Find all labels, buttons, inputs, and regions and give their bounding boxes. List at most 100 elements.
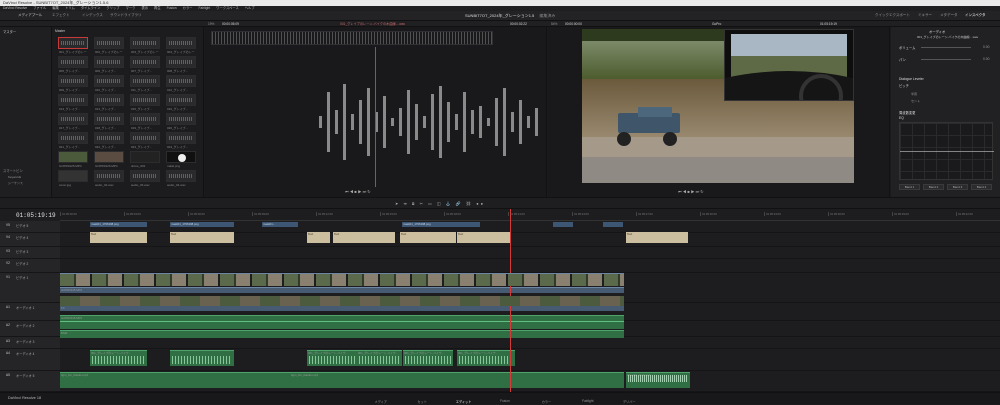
video-clip-v1-lower[interactable] (60, 296, 624, 306)
edit-tools[interactable]: ➤ ⇹ ⧈ ✂ ▭ ◫ ⚓ 🔗 ⛓ ●● (395, 201, 485, 206)
media-thumbnail[interactable]: 020_グレイブ... (166, 113, 196, 130)
page-tab[interactable]: カット (401, 393, 442, 405)
track-lane[interactable] (60, 259, 1000, 273)
track-header[interactable]: A2 オーディオ 2 (0, 321, 60, 337)
media-thumbnail[interactable]: 018_グレイブ... (94, 113, 124, 130)
edit-index-button[interactable]: インデックス (82, 13, 103, 18)
inspector-tab[interactable]: オーディオ (929, 29, 945, 34)
source-transport[interactable]: ⏮ ◀ ■ ▶ ⏭ ↻ (345, 189, 371, 194)
keywords-bin[interactable]: Keywords (8, 175, 21, 179)
media-thumbnail[interactable]: 015_グレイブ... (130, 94, 160, 111)
source-overview-waveform[interactable] (211, 31, 493, 45)
media-thumbnail[interactable]: 013_グレイブ... (58, 94, 88, 111)
text-clip[interactable]: Text (307, 232, 330, 243)
media-thumbnail[interactable]: 009_グレイブ... (58, 75, 88, 92)
mixer-button[interactable]: ミキサー (918, 13, 932, 18)
media-thumbnail[interactable]: 003_グレイブのレーン... (130, 37, 160, 54)
track-header[interactable]: V5 ビデオ 5 (0, 221, 60, 233)
media-thumbnail[interactable]: 010_グレイブ... (94, 75, 124, 92)
media-thumbnail[interactable]: 017_グレイブ... (58, 113, 88, 130)
source-playhead[interactable] (375, 47, 376, 187)
media-thumbnail[interactable]: 002_グレイブのレーン... (94, 37, 124, 54)
media-thumbnail[interactable]: 024_グレイブ... (166, 132, 196, 149)
media-thumbnail[interactable]: GOPR0126.MP4 (94, 151, 124, 168)
pan-value[interactable]: 0.00 (983, 57, 989, 61)
audio-clip-a4[interactable]: 001_グレイブのレーン-バイク... (307, 350, 357, 366)
volume-slider[interactable] (921, 47, 971, 48)
page-tab[interactable]: エディット (443, 393, 484, 405)
audio-clip-a4[interactable]: 001_グレイブのレーン-バイク... (403, 350, 453, 366)
timeline-viewer[interactable]: ⏮ ◀ ■ ▶ ⏭ ↻ (548, 27, 890, 197)
track-header[interactable]: A5 オーディオ 5 (0, 371, 60, 392)
text-clip[interactable]: Text (170, 232, 234, 243)
title-clip[interactable]: mask01... (262, 222, 298, 227)
volume-value[interactable]: 0.00 (983, 45, 989, 49)
eq-band-button[interactable]: Band 2 (923, 184, 944, 190)
media-thumbnail[interactable]: 012_グレイブ... (166, 75, 196, 92)
video-clip-v1[interactable] (60, 273, 624, 286)
track-header[interactable]: V3 ビデオ 3 (0, 247, 60, 259)
effects-button[interactable]: エフェクト (52, 13, 70, 18)
title-clip[interactable] (603, 222, 623, 227)
text-clip[interactable]: Text (457, 232, 511, 243)
media-thumbnail[interactable]: 007_グレイブ... (130, 56, 160, 73)
audio-clip-a4[interactable]: 001_グレイブのレーン-バイク... (90, 350, 147, 366)
media-thumbnail[interactable]: 011_グレイブ... (130, 75, 160, 92)
ruler[interactable]: 01:05:00:00 01:05:03:00 01:05:06:00 01:05:0… (60, 211, 1000, 221)
audio-clip-a5[interactable]: bgm_fun_thanks.mp3 (290, 372, 624, 388)
track-header[interactable]: V1 ビデオ 1 (0, 273, 60, 303)
track-header[interactable]: V2 ビデオ 2 (0, 259, 60, 273)
source-viewer[interactable]: ⏮ ◀ ■ ▶ ⏭ ↻ (205, 27, 547, 197)
track-header[interactable]: A1 オーディオ 1 (0, 303, 60, 321)
eq-band-button[interactable]: Band 3 (947, 184, 968, 190)
title-clip[interactable]: mask01_1706198.png (402, 222, 480, 227)
audio-clip-a1[interactable]: GOPR0125.MP4 (60, 315, 624, 329)
media-thumbnail[interactable]: audio_04.wav (166, 170, 196, 187)
media-thumbnail[interactable]: audio_03.wav (130, 170, 160, 187)
media-thumbnail[interactable]: drone_001 (130, 151, 160, 168)
page-tab[interactable]: Fairlight (567, 393, 608, 405)
media-thumbnail[interactable]: audio_02.wav (94, 170, 124, 187)
track-lane[interactable] (60, 247, 1000, 259)
audio-clip-a5[interactable]: bgm_fun_thanks.mp3 (60, 372, 290, 388)
eq-header[interactable]: 周波数変更 (899, 110, 915, 115)
audio-clip-a5[interactable]: cheerful_wind.mp3 (626, 372, 690, 388)
sound-library-button[interactable]: サウンドライブラリ (110, 13, 142, 18)
media-thumbnail[interactable]: 023_グレイブ... (130, 132, 160, 149)
video-clip-label[interactable]: GOPR0125.MP4 (60, 287, 624, 293)
media-thumbnail[interactable]: 006_グレイブ... (94, 56, 124, 73)
track-header[interactable]: A3 オーディオ 3 (0, 337, 60, 349)
media-thumbnail[interactable]: 005_グレイブ... (58, 56, 88, 73)
media-thumbnail[interactable]: 016_グレイブ... (166, 94, 196, 111)
media-thumbnail[interactable]: 019_グレイブ... (130, 113, 160, 130)
track-header[interactable]: A4 オーディオ 4 (0, 349, 60, 371)
inspector-button[interactable]: インスペクタ (965, 13, 986, 18)
text-clip[interactable]: Text (400, 232, 456, 243)
title-clip[interactable]: mask01_1706198.png (90, 222, 147, 227)
bin-master-header[interactable]: マスター (3, 29, 16, 34)
media-thumbnail[interactable]: 022_グレイブ... (94, 132, 124, 149)
eq-band-button[interactable]: Band 1 (899, 184, 920, 190)
track-lane[interactable] (60, 337, 1000, 349)
text-clip[interactable]: Text (90, 232, 147, 243)
quick-export-button[interactable]: クイックエクスポート (875, 13, 910, 18)
eq-graph[interactable] (899, 122, 994, 180)
timeline-transport[interactable]: ⏮ ◀ ■ ▶ ⏭ ↻ (678, 189, 704, 194)
dialogue-leveler-label[interactable]: Dialogue Leveler (899, 77, 924, 81)
pitch-label[interactable]: ピッチ (899, 83, 909, 88)
page-tab[interactable]: カラー (526, 393, 567, 405)
media-thumbnail[interactable]: 014_グレイブ... (94, 94, 124, 111)
track-header[interactable]: V4 ビデオ 4 (0, 233, 60, 247)
page-tab[interactable]: デリバー (609, 393, 650, 405)
metadata-button[interactable]: メタデータ (940, 13, 958, 18)
eq-band-button[interactable]: Band 4 (971, 184, 992, 190)
media-thumbnail[interactable]: 008_グレイブ... (166, 56, 196, 73)
audio-clip-a4[interactable] (170, 350, 234, 366)
media-thumbnail[interactable]: GOPR0125.MP4 (58, 151, 88, 168)
pan-slider[interactable] (921, 59, 971, 60)
page-tab[interactable]: Fusion (484, 393, 525, 405)
media-thumbnail[interactable]: 021_グレイブ... (58, 132, 88, 149)
media-pool-button[interactable]: メディアプール (18, 13, 42, 18)
pip-frame[interactable] (724, 29, 854, 118)
title-clip[interactable] (553, 222, 573, 227)
